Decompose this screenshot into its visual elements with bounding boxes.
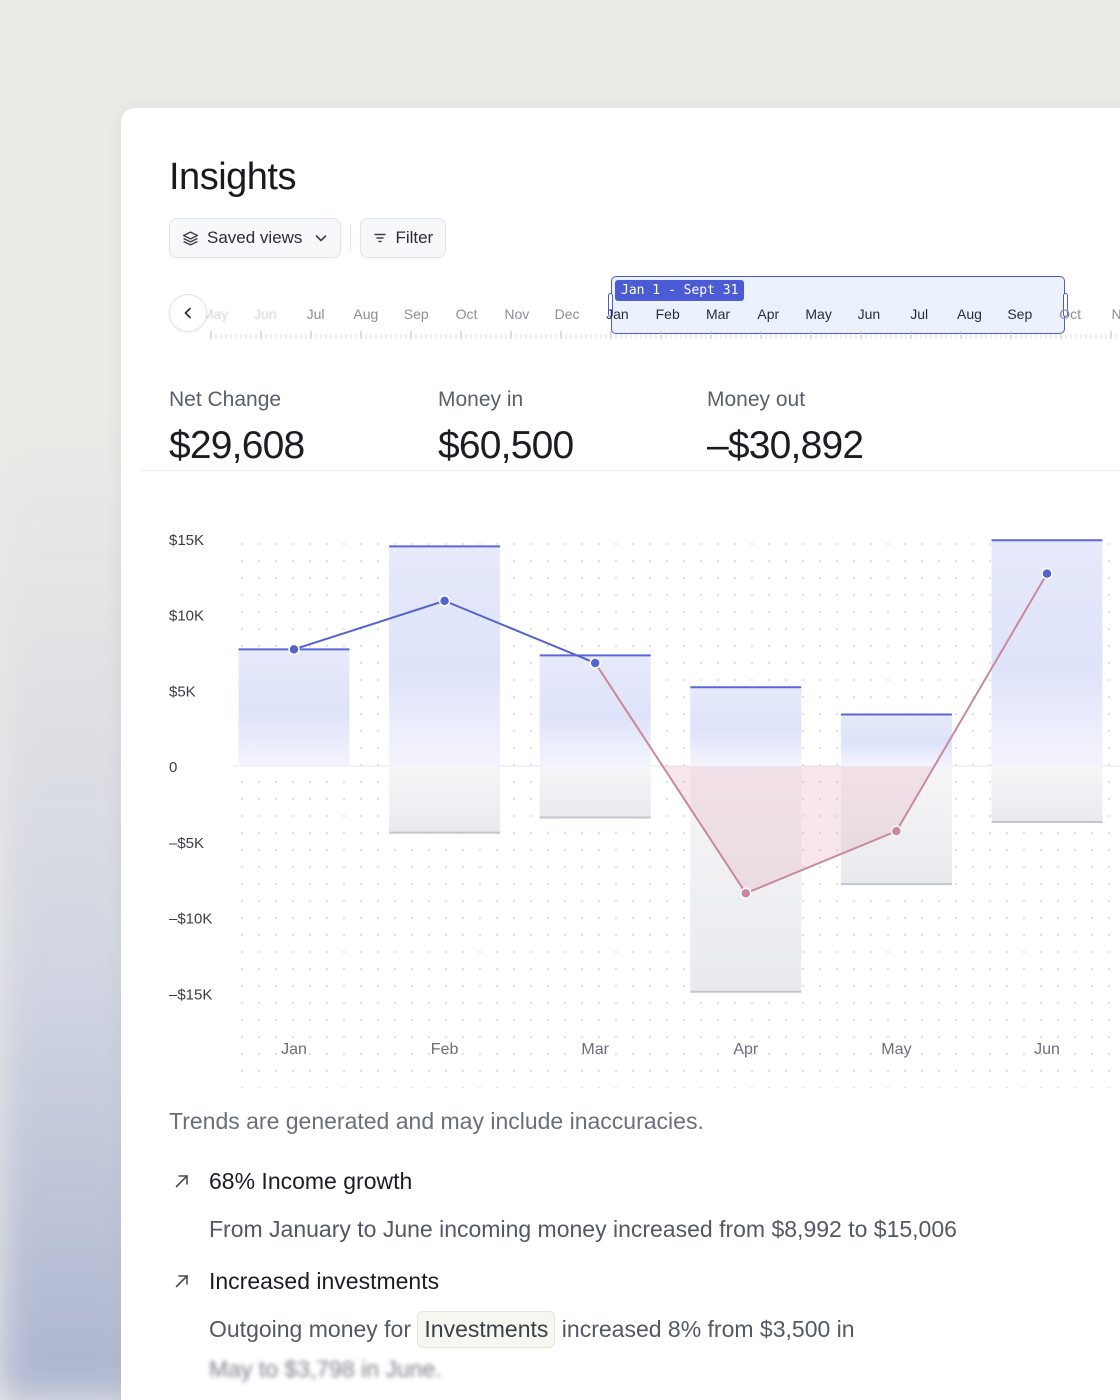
timeline-month-label[interactable]: No — [1111, 306, 1120, 322]
timeline-month-label[interactable]: Mar — [706, 306, 730, 322]
range-label: Jan 1 - Sept 31 — [615, 280, 745, 301]
chevron-left-icon — [184, 307, 191, 319]
bar-money-out[interactable] — [991, 766, 1103, 823]
timeline-month-label[interactable]: Jun — [858, 306, 881, 322]
x-tick-label: Feb — [431, 1041, 459, 1058]
chevron-down-icon — [314, 231, 328, 245]
net-change-point[interactable] — [288, 643, 300, 656]
saved-views-label: Saved views — [207, 228, 303, 247]
y-tick-label: –$15K — [169, 986, 212, 1003]
metrics-divider — [141, 470, 1120, 471]
bar-money-in[interactable] — [690, 687, 802, 766]
y-tick-label: –$10K — [169, 911, 212, 928]
timeline-month-label[interactable]: Aug — [957, 306, 982, 322]
metrics-row: Net Change $29,608 Money in $60,500 Mone… — [169, 388, 976, 468]
insight-body-suffix: increased 8% from $3,500 in — [561, 1316, 855, 1342]
metric-label: Net Change — [169, 388, 282, 411]
x-tick-label: May — [881, 1041, 911, 1058]
insight-body-faded: May to $3,798 in June. — [209, 1356, 442, 1383]
timeline-month-label[interactable]: Sep — [404, 306, 429, 322]
filter-button[interactable]: Filter — [360, 218, 447, 258]
cashflow-chart: $15K $10K $5K 0 –$5K –$10K –$15K Jan Feb Mar Apr M… — [169, 532, 1120, 1088]
bar-money-out[interactable] — [389, 766, 501, 833]
insight-title: Increased investments — [209, 1268, 440, 1294]
timeline-month-label[interactable]: Jun — [254, 306, 277, 322]
metric-money-in: Money in $60,500 — [438, 388, 707, 468]
metric-value: –$30,892 — [707, 424, 864, 467]
y-tick-label: 0 — [169, 759, 177, 776]
insights-disclaimer: Trends are generated and may include ina… — [169, 1108, 704, 1134]
saved-views-button[interactable]: Saved views — [169, 218, 342, 258]
insights-card: Insights Saved views Filter Jan 1 - Sept… — [121, 108, 1120, 1400]
bar-money-in[interactable] — [389, 546, 501, 766]
bar-money-in[interactable] — [238, 649, 350, 766]
net-change-point[interactable] — [589, 657, 601, 669]
y-tick-label: –$5K — [169, 835, 204, 852]
page-title: Insights — [169, 156, 296, 198]
bar-money-in[interactable] — [840, 714, 952, 766]
metric-net-change: Net Change $29,608 — [169, 388, 438, 468]
arrow-up-right-icon — [173, 1272, 191, 1295]
y-tick-label: $5K — [169, 683, 196, 700]
timeline-month-label[interactable]: May — [805, 306, 831, 322]
y-tick-label: $10K — [169, 608, 204, 625]
filter-icon — [373, 231, 387, 245]
timeline-month-label[interactable]: Oct — [456, 306, 478, 322]
toolbar-divider — [350, 224, 352, 252]
arrow-up-right-icon — [173, 1172, 191, 1195]
filter-label: Filter — [395, 228, 434, 247]
bar-money-out[interactable] — [539, 766, 651, 818]
timeline-month-label[interactable]: Dec — [555, 306, 580, 322]
net-change-point[interactable] — [890, 825, 903, 837]
net-change-point[interactable] — [438, 595, 451, 607]
timeline-month-label[interactable]: Jul — [910, 306, 928, 322]
timeline-month-label[interactable]: Nov — [504, 306, 529, 322]
timeline-month-label[interactable]: Aug — [353, 306, 378, 322]
x-tick-label: Apr — [733, 1041, 759, 1058]
metric-value: $60,500 — [438, 424, 574, 467]
timeline-ticks — [210, 331, 1117, 339]
toolbar: Saved views Filter — [169, 218, 447, 258]
x-tick-label: Jan — [281, 1041, 307, 1058]
insight-item: 68% Income growth From January to June i… — [169, 1168, 1109, 1249]
timeline-month-label[interactable]: Sep — [1007, 306, 1032, 322]
chart-dot-grid — [233, 538, 1120, 1088]
insight-title: 68% Income growth — [209, 1168, 413, 1194]
insight-item: Increased investments Outgoing money for… — [169, 1268, 1109, 1390]
insight-body: Outgoing money for Investments increased… — [209, 1309, 1109, 1390]
metric-label: Money out — [707, 388, 806, 411]
category-chip[interactable]: Investments — [417, 1311, 556, 1348]
timeline-scrubber[interactable]: Jan 1 - Sept 31 May Jun Jul Aug Sep Oct Nov Dec… — [169, 276, 1120, 340]
metric-value: $29,608 — [169, 424, 305, 467]
timeline-month-label[interactable]: Apr — [757, 306, 779, 322]
timeline-month-label[interactable]: Oct — [1059, 306, 1081, 322]
timeline-back-button[interactable] — [169, 294, 207, 332]
bar-money-in[interactable] — [539, 655, 651, 766]
net-change-point[interactable] — [1041, 567, 1053, 580]
y-tick-label: $15K — [169, 532, 204, 549]
layers-icon — [182, 230, 199, 247]
insight-body-prefix: Outgoing money for — [209, 1316, 412, 1342]
net-change-point[interactable] — [740, 887, 752, 900]
x-tick-label: Jun — [1034, 1041, 1060, 1058]
metric-label: Money in — [438, 388, 524, 411]
timeline-month-label[interactable]: Jul — [307, 306, 325, 322]
x-tick-label: Mar — [581, 1041, 609, 1058]
timeline-month-label[interactable]: Jan — [606, 306, 629, 322]
insight-body: From January to June incoming money incr… — [209, 1216, 957, 1242]
timeline-month-label[interactable]: Feb — [656, 306, 680, 322]
background-blur — [0, 420, 140, 1400]
metric-money-out: Money out –$30,892 — [707, 388, 976, 468]
